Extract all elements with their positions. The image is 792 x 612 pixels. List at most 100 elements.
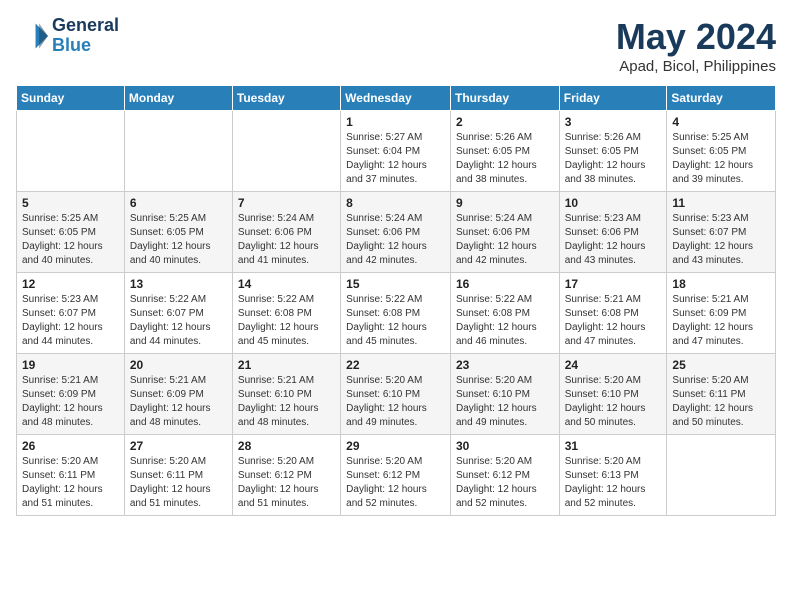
day-number: 22 [346,358,445,372]
day-number: 4 [672,115,770,129]
day-info: Sunrise: 5:22 AM Sunset: 6:08 PM Dayligh… [456,293,554,349]
weekday-header-saturday: Saturday [667,86,776,111]
weekday-header-friday: Friday [559,86,667,111]
day-info: Sunrise: 5:21 AM Sunset: 6:09 PM Dayligh… [22,374,119,430]
day-info: Sunrise: 5:24 AM Sunset: 6:06 PM Dayligh… [238,212,335,268]
calendar-cell: 27 Sunrise: 5:20 AM Sunset: 6:11 PM Dayli… [124,435,232,516]
calendar-cell: 14 Sunrise: 5:22 AM Sunset: 6:08 PM Dayli… [232,273,340,354]
day-number: 8 [346,196,445,210]
day-info: Sunrise: 5:21 AM Sunset: 6:09 PM Dayligh… [130,374,227,430]
day-number: 26 [22,439,119,453]
calendar-cell: 5Sunrise: 5:25 AM Sunset: 6:05 PM Daylig… [17,192,125,273]
calendar-cell: 17 Sunrise: 5:21 AM Sunset: 6:08 PM Dayli… [559,273,667,354]
day-info: Sunrise: 5:21 AM Sunset: 6:09 PM Dayligh… [672,293,770,349]
day-number: 21 [238,358,335,372]
day-number: 29 [346,439,445,453]
calendar-cell: 23 Sunrise: 5:20 AM Sunset: 6:10 PM Dayli… [450,354,559,435]
calendar-cell: 31 Sunrise: 5:20 AM Sunset: 6:13 PM Dayli… [559,435,667,516]
day-info: Sunrise: 5:20 AM Sunset: 6:10 PM Dayligh… [565,374,662,430]
day-info: Sunrise: 5:20 AM Sunset: 6:12 PM Dayligh… [346,455,445,511]
calendar-cell: 9 Sunrise: 5:24 AM Sunset: 6:06 PM Daylig… [450,192,559,273]
day-info: Sunrise: 5:21 AM Sunset: 6:08 PM Dayligh… [565,293,662,349]
calendar-cell: 26 Sunrise: 5:20 AM Sunset: 6:11 PM Dayli… [17,435,125,516]
day-info: Sunrise: 5:20 AM Sunset: 6:11 PM Dayligh… [22,455,119,511]
day-info: Sunrise: 5:26 AM Sunset: 6:05 PM Dayligh… [456,131,554,187]
day-number: 27 [130,439,227,453]
day-number: 2 [456,115,554,129]
day-info: Sunrise: 5:23 AM Sunset: 6:06 PM Dayligh… [565,212,662,268]
calendar-cell: 15Sunrise: 5:22 AM Sunset: 6:08 PM Dayli… [341,273,451,354]
day-number: 30 [456,439,554,453]
day-number: 28 [238,439,335,453]
day-number: 10 [565,196,662,210]
month-title: May 2024 [616,16,776,58]
calendar-cell: 29 Sunrise: 5:20 AM Sunset: 6:12 PM Dayli… [341,435,451,516]
day-number: 24 [565,358,662,372]
day-info: Sunrise: 5:20 AM Sunset: 6:11 PM Dayligh… [672,374,770,430]
calendar-cell: 28 Sunrise: 5:20 AM Sunset: 6:12 PM Dayli… [232,435,340,516]
day-info: Sunrise: 5:20 AM Sunset: 6:10 PM Dayligh… [456,374,554,430]
day-info: Sunrise: 5:23 AM Sunset: 6:07 PM Dayligh… [672,212,770,268]
weekday-header-wednesday: Wednesday [341,86,451,111]
day-number: 14 [238,277,335,291]
day-info: Sunrise: 5:23 AM Sunset: 6:07 PM Dayligh… [22,293,119,349]
logo: General Blue [16,16,119,56]
calendar-cell: 16 Sunrise: 5:22 AM Sunset: 6:08 PM Dayli… [450,273,559,354]
day-number: 9 [456,196,554,210]
day-number: 11 [672,196,770,210]
weekday-header-monday: Monday [124,86,232,111]
logo-icon [16,20,48,52]
day-number: 5 [22,196,119,210]
calendar-cell: 25 Sunrise: 5:20 AM Sunset: 6:11 PM Dayli… [667,354,776,435]
day-info: Sunrise: 5:24 AM Sunset: 6:06 PM Dayligh… [456,212,554,268]
logo-text: General Blue [52,16,119,56]
day-info: Sunrise: 5:22 AM Sunset: 6:07 PM Dayligh… [130,293,227,349]
day-number: 1 [346,115,445,129]
calendar-cell: 2 Sunrise: 5:26 AM Sunset: 6:05 PM Daylig… [450,111,559,192]
calendar-cell: 24 Sunrise: 5:20 AM Sunset: 6:10 PM Dayli… [559,354,667,435]
weekday-header-tuesday: Tuesday [232,86,340,111]
calendar-cell: 12 Sunrise: 5:23 AM Sunset: 6:07 PM Dayli… [17,273,125,354]
calendar-cell [17,111,125,192]
location: Apad, Bicol, Philippines [616,58,776,75]
calendar-cell: 3Sunrise: 5:26 AM Sunset: 6:05 PM Daylig… [559,111,667,192]
calendar-cell: 11 Sunrise: 5:23 AM Sunset: 6:07 PM Dayli… [667,192,776,273]
day-info: Sunrise: 5:25 AM Sunset: 6:05 PM Dayligh… [672,131,770,187]
day-number: 13 [130,277,227,291]
calendar-cell [232,111,340,192]
day-number: 16 [456,277,554,291]
day-info: Sunrise: 5:20 AM Sunset: 6:10 PM Dayligh… [346,374,445,430]
page-header: General Blue May 2024 Apad, Bicol, Phili… [16,16,776,75]
day-number: 6 [130,196,227,210]
calendar-cell [124,111,232,192]
calendar-cell: 8Sunrise: 5:24 AM Sunset: 6:06 PM Daylig… [341,192,451,273]
day-info: Sunrise: 5:21 AM Sunset: 6:10 PM Dayligh… [238,374,335,430]
day-number: 7 [238,196,335,210]
weekday-header-sunday: Sunday [17,86,125,111]
day-info: Sunrise: 5:22 AM Sunset: 6:08 PM Dayligh… [238,293,335,349]
day-number: 31 [565,439,662,453]
calendar-cell: 20 Sunrise: 5:21 AM Sunset: 6:09 PM Dayli… [124,354,232,435]
calendar-cell: 1 Sunrise: 5:27 AM Sunset: 6:04 PM Daylig… [341,111,451,192]
calendar-cell: 30Sunrise: 5:20 AM Sunset: 6:12 PM Dayli… [450,435,559,516]
calendar-cell: 13 Sunrise: 5:22 AM Sunset: 6:07 PM Dayli… [124,273,232,354]
day-info: Sunrise: 5:27 AM Sunset: 6:04 PM Dayligh… [346,131,445,187]
day-number: 17 [565,277,662,291]
day-info: Sunrise: 5:20 AM Sunset: 6:11 PM Dayligh… [130,455,227,511]
calendar-cell: 6Sunrise: 5:25 AM Sunset: 6:05 PM Daylig… [124,192,232,273]
day-number: 20 [130,358,227,372]
weekday-header-thursday: Thursday [450,86,559,111]
calendar-cell: 19 Sunrise: 5:21 AM Sunset: 6:09 PM Dayli… [17,354,125,435]
day-number: 19 [22,358,119,372]
day-number: 3 [565,115,662,129]
calendar-cell [667,435,776,516]
day-info: Sunrise: 5:20 AM Sunset: 6:13 PM Dayligh… [565,455,662,511]
day-number: 25 [672,358,770,372]
day-number: 23 [456,358,554,372]
calendar-cell: 7 Sunrise: 5:24 AM Sunset: 6:06 PM Daylig… [232,192,340,273]
title-block: May 2024 Apad, Bicol, Philippines [616,16,776,75]
day-number: 12 [22,277,119,291]
calendar-cell: 4 Sunrise: 5:25 AM Sunset: 6:05 PM Daylig… [667,111,776,192]
day-info: Sunrise: 5:20 AM Sunset: 6:12 PM Dayligh… [238,455,335,511]
calendar: SundayMondayTuesdayWednesdayThursdayFrid… [16,85,776,516]
